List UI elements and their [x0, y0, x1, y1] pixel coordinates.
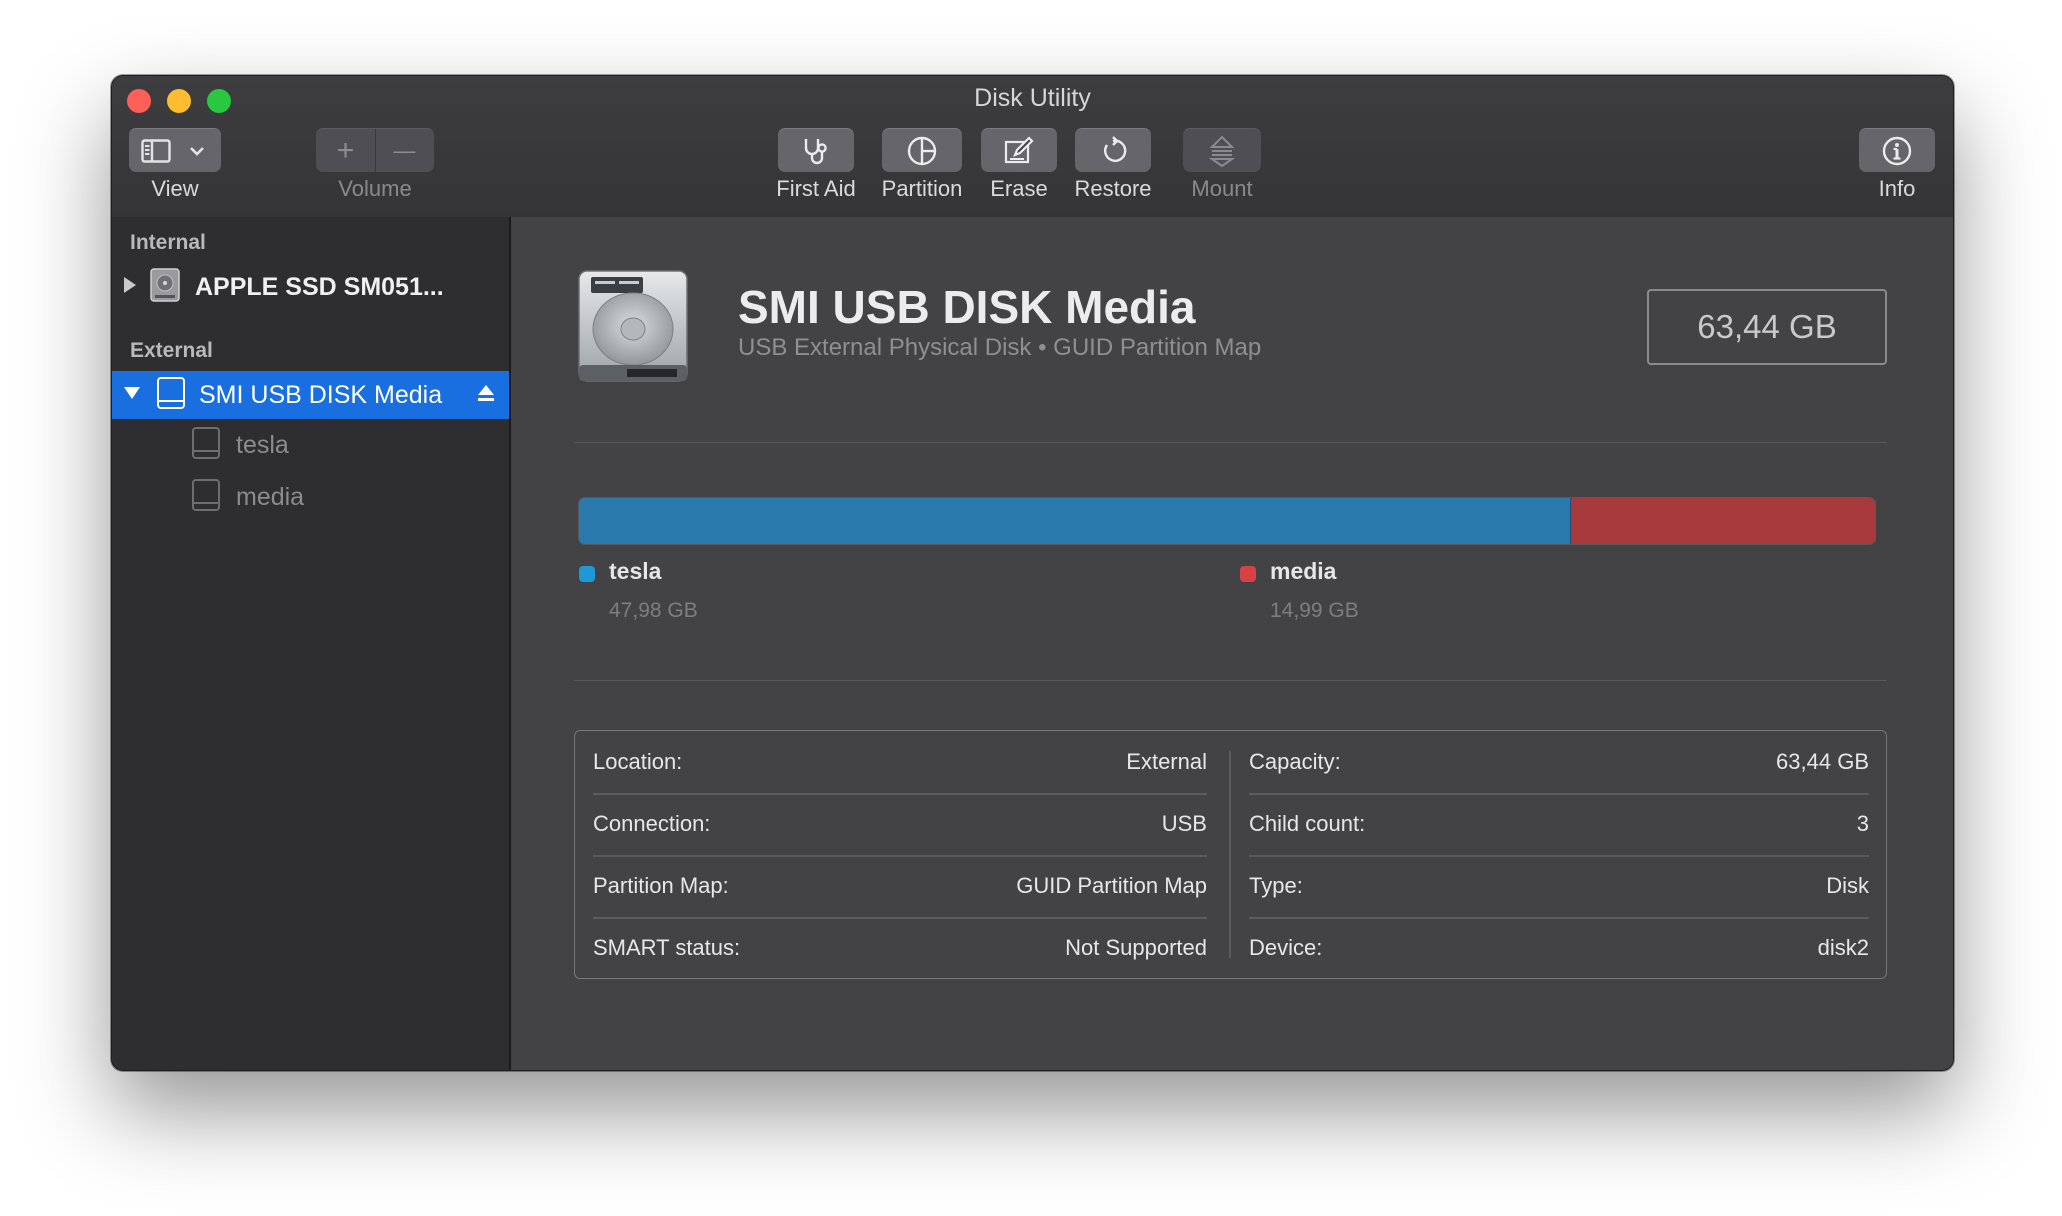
sidebar-label-volume: media	[236, 482, 305, 511]
info-row: Device: disk2	[1249, 917, 1869, 979]
sidebar-header-external: External	[130, 339, 213, 362]
detail-pane: SMI USB DISK Media USB External Physical…	[511, 217, 1953, 1070]
window-title: Disk Utility	[974, 84, 1091, 112]
volume-segmented-control[interactable]: + —	[316, 128, 434, 172]
toolbar: Disk Utility View + — Volume First Aid P…	[112, 76, 1953, 219]
restore-icon	[1098, 135, 1128, 166]
sidebar-item-volume-tesla[interactable]: tesla	[112, 421, 509, 469]
eject-icon[interactable]	[477, 384, 495, 409]
sidebar-toggle-icon	[141, 138, 171, 163]
disclosure-triangle-icon[interactable]	[123, 276, 137, 299]
view-button[interactable]	[129, 128, 221, 172]
info-row: Capacity: 63,44 GB	[1249, 731, 1869, 793]
usage-bar	[578, 497, 1876, 545]
info-key: Type:	[1249, 873, 1303, 898]
first-aid-button[interactable]	[778, 128, 854, 172]
mount-icon	[1209, 135, 1235, 167]
partition-button[interactable]	[882, 128, 962, 172]
info-button[interactable]	[1859, 128, 1935, 172]
legend-name-media: media	[1270, 558, 1337, 584]
info-column-right: Capacity: 63,44 GB Child count: 3 Type: …	[1249, 731, 1869, 978]
legend-name-tesla: tesla	[609, 558, 662, 584]
legend-swatch-tesla	[579, 566, 595, 582]
pie-chart-icon	[906, 135, 938, 167]
info-key: SMART status:	[593, 935, 741, 960]
info-row: Connection: USB	[593, 793, 1207, 855]
erase-button[interactable]	[981, 128, 1057, 172]
disk-info-table: Location: External Connection: USB Parti…	[574, 730, 1887, 979]
info-value: Not Supported	[1065, 935, 1207, 960]
sidebar-item-volume-media[interactable]: media	[112, 473, 509, 521]
divider	[574, 680, 1887, 681]
hard-drive-icon	[155, 375, 187, 416]
mount-button[interactable]	[1183, 128, 1261, 172]
info-value: disk2	[1817, 935, 1869, 960]
view-label: View	[151, 176, 199, 201]
info-key: Capacity:	[1249, 749, 1341, 774]
hard-drive-icon	[149, 267, 181, 308]
sidebar: Internal APPLE SSD SM051... External SMI…	[112, 217, 511, 1070]
legend-swatch-media	[1240, 566, 1256, 582]
hard-drive-icon	[575, 267, 691, 392]
info-value: Disk	[1826, 873, 1869, 898]
info-value: External	[1126, 749, 1207, 774]
sidebar-label-volume: tesla	[236, 430, 289, 459]
legend-size-media: 14,99 GB	[1270, 599, 1359, 622]
disk-size-badge: 63,44 GB	[1647, 289, 1887, 365]
divider	[574, 442, 1887, 443]
restore-button[interactable]	[1075, 128, 1151, 172]
volume-icon	[190, 425, 222, 466]
usage-segment-tesla	[579, 498, 1570, 544]
info-column-left: Location: External Connection: USB Parti…	[593, 731, 1207, 978]
chevron-down-icon	[189, 146, 205, 156]
info-icon	[1881, 135, 1913, 167]
erase-label: Erase	[990, 176, 1048, 201]
column-divider	[1229, 751, 1231, 958]
disk-utility-window: Disk Utility View + — Volume First Aid P…	[111, 75, 1954, 1071]
disk-subtitle: USB External Physical Disk • GUID Partit…	[738, 334, 1262, 361]
info-value: 3	[1856, 811, 1869, 836]
stethoscope-icon	[800, 136, 832, 166]
info-key: Connection:	[593, 811, 711, 836]
partition-label: Partition	[881, 176, 963, 201]
legend-size-tesla: 47,98 GB	[609, 599, 698, 622]
sidebar-label-external-disk: SMI USB DISK Media	[199, 380, 443, 409]
info-row: Partition Map: GUID Partition Map	[593, 855, 1207, 917]
info-key: Device:	[1249, 935, 1323, 960]
volume-label: Volume	[338, 176, 412, 201]
disclosure-triangle-icon[interactable]	[123, 386, 141, 405]
first-aid-label: First Aid	[776, 176, 856, 201]
info-key: Child count:	[1249, 811, 1366, 836]
add-volume-button[interactable]: +	[316, 129, 375, 173]
info-value: 63,44 GB	[1776, 749, 1869, 774]
info-value: USB	[1161, 811, 1207, 836]
info-row: SMART status: Not Supported	[593, 917, 1207, 979]
info-value: GUID Partition Map	[1016, 873, 1207, 898]
sidebar-item-external-disk[interactable]: SMI USB DISK Media	[112, 371, 509, 419]
info-label: Info	[1878, 176, 1916, 201]
info-key: Location:	[593, 749, 683, 774]
mount-label: Mount	[1191, 176, 1253, 201]
remove-volume-button[interactable]: —	[375, 129, 434, 173]
info-row: Child count: 3	[1249, 793, 1869, 855]
sidebar-header-internal: Internal	[130, 231, 206, 254]
disk-title: SMI USB DISK Media	[738, 281, 1196, 333]
info-row: Type: Disk	[1249, 855, 1869, 917]
restore-label: Restore	[1074, 176, 1152, 201]
info-row: Location: External	[593, 731, 1207, 793]
pencil-icon	[1003, 135, 1035, 166]
info-key: Partition Map:	[593, 873, 729, 898]
volume-icon	[190, 477, 222, 518]
sidebar-item-internal-disk[interactable]: APPLE SSD SM051...	[112, 263, 509, 311]
usage-segment-media	[1569, 498, 1875, 544]
sidebar-label-internal-disk: APPLE SSD SM051...	[195, 272, 444, 301]
